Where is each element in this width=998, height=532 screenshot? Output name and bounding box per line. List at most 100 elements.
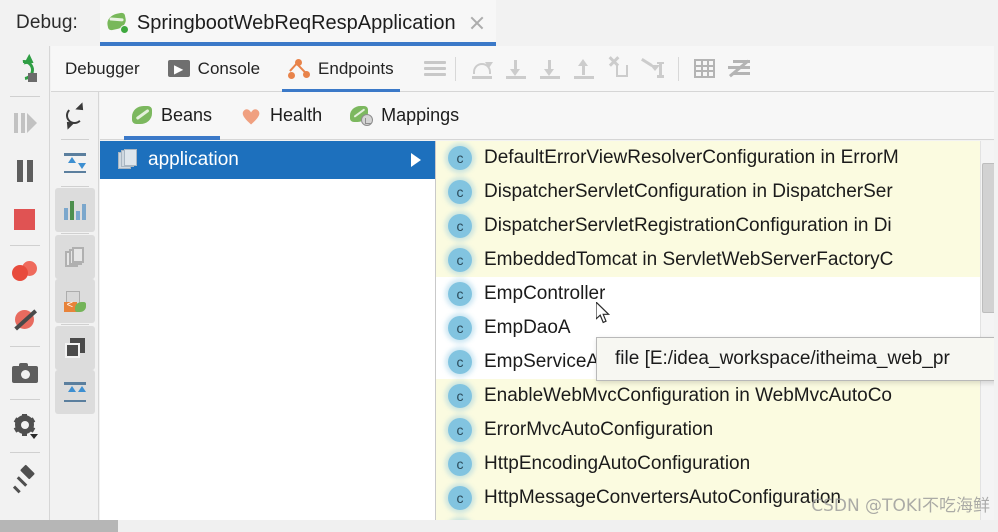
refresh-button[interactable] (55, 94, 95, 138)
bean-list-item[interactable]: c HttpEncodingAutoConfiguration (436, 447, 998, 481)
run-to-cursor-button[interactable] (635, 52, 669, 86)
mouse-cursor (595, 300, 612, 325)
horizontal-scrollbar-track[interactable] (0, 520, 998, 532)
camera-icon (11, 363, 38, 383)
settings-button[interactable] (3, 402, 47, 450)
debug-tool-window: Debug: SpringbootWebReqRespApplication D… (0, 0, 998, 532)
debug-side-toolbar (0, 46, 50, 526)
bean-name-label: DefaultErrorViewResolverConfiguration in… (484, 147, 899, 168)
breakpoints-icon (11, 261, 38, 283)
resume-program-icon (13, 112, 37, 134)
bean-list-item[interactable]: c DispatcherServletConfiguration in Dispa… (436, 175, 998, 209)
tab-health-label: Health (270, 105, 323, 125)
toolbar-divider (454, 56, 456, 81)
rerun-button[interactable] (3, 46, 47, 94)
heart-icon (240, 106, 262, 126)
bean-list-item[interactable]: c EmbeddedTomcat in ServletWebServerFacto… (436, 243, 998, 277)
close-icon[interactable] (468, 14, 486, 32)
context-document-icon (118, 149, 138, 171)
bean-name-label: EmpController (484, 283, 606, 304)
drop-frame-icon (607, 55, 629, 79)
toolbar-divider (60, 324, 89, 325)
pause-button[interactable] (3, 147, 47, 195)
bean-name-label: EnableWebMvcConfiguration in WebMvcAutoC… (484, 385, 892, 406)
tab-endpoints-label: Endpoints (318, 58, 394, 78)
spring-config-icon (63, 290, 86, 312)
pin-button[interactable] (3, 455, 47, 503)
expand-all-button[interactable] (54, 370, 95, 414)
expand-all-icon (63, 382, 86, 402)
bean-list-item[interactable]: c EnableWebMvcConfiguration in WebMvcAuto… (436, 379, 998, 413)
spring-boot-icon (105, 11, 130, 35)
bean-list-item[interactable]: c EmpController (436, 277, 998, 311)
mute-breakpoints-button[interactable] (3, 296, 47, 344)
tab-health[interactable]: Health (226, 92, 336, 140)
force-step-into-button[interactable] (533, 52, 567, 86)
step-out-button[interactable] (567, 52, 601, 86)
toolbar-divider (9, 245, 40, 246)
bean-list-item[interactable]: c DispatcherServletRegistrationConfigurat… (436, 209, 998, 243)
run-configuration-tab[interactable]: SpringbootWebReqRespApplication (99, 0, 496, 46)
tab-debugger-label: Debugger (65, 58, 140, 78)
evaluate-expression-button[interactable] (688, 52, 722, 86)
tab-mappings-label: Mappings (381, 105, 460, 125)
gear-icon (13, 414, 38, 439)
class-icon: c (448, 248, 472, 272)
screenshot-button[interactable] (3, 349, 47, 397)
class-icon: c (448, 282, 472, 306)
beans-list-rows: c DefaultErrorViewResolverConfiguration i… (436, 141, 998, 520)
tab-beans[interactable]: Beans (118, 92, 226, 140)
debug-tab-strip: Debugger ▶ Console Endpoints (51, 46, 998, 92)
application-context-tree: application (100, 141, 436, 520)
mappings-icon (350, 105, 374, 126)
csdn-watermark: CSDN @TOKI不吃海鲜 (811, 496, 990, 516)
bean-list-item[interactable]: c ErrorMvcAutoConfiguration (436, 413, 998, 447)
tooltip-text: file [E:/idea_workspace/itheima_web_pr (615, 348, 950, 369)
duplicate-button[interactable] (54, 326, 95, 370)
beans-list[interactable]: c DefaultErrorViewResolverConfiguration i… (436, 141, 998, 520)
step-into-button[interactable] (499, 52, 533, 86)
force-step-into-icon (539, 59, 561, 79)
step-over-button[interactable] (465, 52, 499, 86)
chevron-right-icon[interactable] (411, 153, 421, 167)
run-to-cursor-icon (640, 57, 664, 79)
view-breakpoints-button[interactable] (3, 248, 47, 296)
class-icon: c (448, 384, 472, 408)
pin-icon (12, 464, 37, 493)
bean-name-label: ErrorMvcAutoConfiguration (484, 419, 714, 440)
toolbar-divider (677, 56, 679, 81)
tab-mappings[interactable]: Mappings (336, 92, 473, 140)
metrics-button[interactable] (54, 188, 95, 232)
expand-collapse-button[interactable] (55, 141, 95, 185)
copy-icon (64, 246, 85, 268)
bean-list-item[interactable]: c DefaultErrorViewResolverConfiguration i… (436, 141, 998, 175)
drop-frame-button[interactable] (601, 52, 635, 86)
toolbar-divider (60, 139, 89, 140)
spring-config-button[interactable] (54, 279, 95, 323)
stop-button[interactable] (3, 195, 47, 243)
hamburger-menu-icon[interactable] (423, 60, 446, 77)
tab-console-label: Console (197, 58, 261, 78)
bean-name-label: DispatcherServletRegistrationConfigurati… (484, 215, 892, 236)
bean-name-label: HttpMessageConvertersAutoConfiguration (484, 487, 841, 508)
bean-leaf-icon (132, 105, 153, 126)
tab-console[interactable]: ▶ Console (154, 46, 274, 92)
class-icon: c (448, 418, 472, 442)
class-icon: c (448, 146, 472, 170)
mute-breakpoints-icon (727, 59, 750, 78)
class-icon: c (448, 180, 472, 204)
resume-button[interactable] (3, 99, 47, 147)
mute-breakpoints-toolbar-button[interactable] (722, 52, 756, 86)
horizontal-scrollbar-thumb[interactable] (0, 520, 118, 532)
copy-button[interactable] (54, 235, 95, 279)
debug-titlebar: Debug: SpringbootWebReqRespApplication (0, 0, 998, 46)
beans-content-area: application c DefaultErrorViewResolverCon… (100, 141, 998, 520)
toolbar-divider (9, 346, 40, 347)
tab-endpoints[interactable]: Endpoints (274, 46, 408, 92)
bean-name-label: EmpDaoA (484, 317, 571, 338)
bean-resource-tooltip: file [E:/idea_workspace/itheima_web_pr (596, 337, 998, 381)
class-icon: c (448, 214, 472, 238)
debug-label: Debug: (16, 12, 78, 33)
tab-debugger[interactable]: Debugger (51, 46, 154, 92)
tree-item-application[interactable]: application (100, 141, 435, 179)
